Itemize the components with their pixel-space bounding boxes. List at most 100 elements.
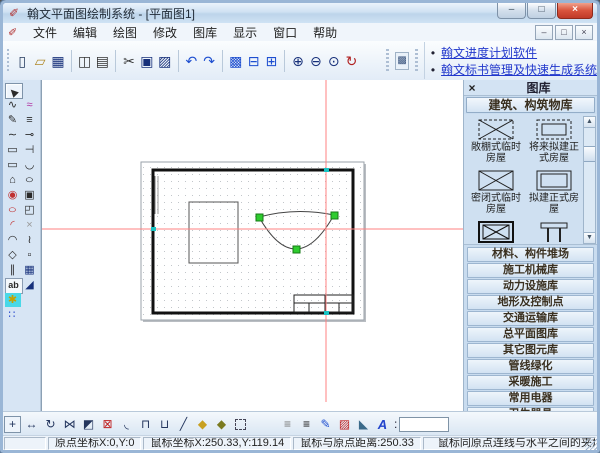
link-bid-software[interactable]: 翰文标书管理及快速生成系统 <box>441 61 597 78</box>
gallery-item[interactable]: 将来拟建正式房屋 <box>525 114 583 165</box>
toolbar-grip[interactable] <box>386 49 388 73</box>
drawing-sheet[interactable] <box>141 162 364 320</box>
color-grid-tool[interactable]: ∷ <box>5 308 21 322</box>
vertex-handle[interactable] <box>331 212 338 219</box>
category-power-facilities[interactable]: 动力设施库 <box>467 279 594 294</box>
toolbar-grip[interactable] <box>415 49 417 73</box>
category-construction-machinery[interactable]: 施工机械库 <box>467 263 594 278</box>
print-button[interactable]: ▤ <box>94 51 110 71</box>
vertex-handle[interactable] <box>256 214 263 221</box>
region-select-button[interactable] <box>232 416 249 433</box>
category-appliances[interactable]: 常用电器 <box>467 391 594 406</box>
dimension-tool[interactable]: ⊣ <box>22 143 38 157</box>
offset-button[interactable]: ⊔ <box>156 416 173 433</box>
redo-button[interactable]: ↷ <box>201 51 217 71</box>
arc-tool[interactable]: ◡ <box>22 158 38 172</box>
close-library-icon[interactable]: × <box>464 81 480 95</box>
category-transport[interactable]: 交通运输库 <box>467 311 594 326</box>
scroll-down-icon[interactable]: ▼ <box>584 232 595 243</box>
tile-vertical-button[interactable]: ⊞ <box>264 51 280 71</box>
menu-draw[interactable]: 绘图 <box>105 23 145 42</box>
drawing-canvas[interactable] <box>41 80 463 411</box>
gallery-item[interactable]: 敞棚式临时房屋 <box>467 114 525 165</box>
red-ellipse-tool[interactable]: ○ <box>5 203 21 217</box>
move-button[interactable]: + <box>4 416 21 433</box>
rotate-button[interactable]: ↻ <box>42 416 59 433</box>
undo-button[interactable]: ↶ <box>183 51 199 71</box>
scroll-up-icon[interactable]: ▲ <box>584 117 595 128</box>
menu-file[interactable]: 文件 <box>25 23 65 42</box>
cascade-windows-button[interactable]: ▩ <box>228 51 244 71</box>
command-input[interactable] <box>399 417 449 432</box>
cut-button[interactable]: ✂ <box>121 51 137 71</box>
text-tool[interactable]: ab <box>5 278 23 294</box>
gallery-item[interactable] <box>525 216 583 245</box>
mdi-close-button[interactable]: × <box>575 25 593 40</box>
ellipse-tool[interactable]: ○ <box>22 173 38 187</box>
resize-grip[interactable] <box>585 439 597 451</box>
menu-edit[interactable]: 编辑 <box>65 23 105 42</box>
line-segment-button[interactable]: ╱ <box>175 416 192 433</box>
menu-library[interactable]: 图库 <box>185 23 225 42</box>
scroll-thumb[interactable] <box>584 146 595 162</box>
category-pipeline-greening[interactable]: 管线绿化 <box>467 359 594 374</box>
vertex-handle[interactable] <box>293 246 300 253</box>
grid-tool[interactable]: ▦ <box>22 263 38 277</box>
corner-fill-button[interactable]: ◩ <box>80 416 97 433</box>
viewport-tool[interactable]: ▫ <box>22 248 38 262</box>
node-mark-button[interactable]: ⊠ <box>99 416 116 433</box>
menu-window[interactable]: 窗口 <box>265 23 305 42</box>
category-site-plan[interactable]: 总平面图库 <box>467 327 594 342</box>
tile-horizontal-button[interactable]: ⊟ <box>246 51 262 71</box>
gallery-scrollbar[interactable]: ▲ ▼ <box>583 116 596 244</box>
runner-tool[interactable]: ✱ <box>5 293 21 307</box>
pen-style-button[interactable]: ✎ <box>317 416 334 433</box>
line-width-button[interactable]: ≡ <box>298 416 315 433</box>
zoom-in-button[interactable]: ⊕ <box>290 51 306 71</box>
gallery-item[interactable]: 拟建正式房屋 <box>525 165 583 216</box>
hatch-tool[interactable]: ≡ <box>22 113 38 127</box>
red-arc-tool[interactable]: ◜ <box>5 218 21 232</box>
hatch-style-button[interactable]: ≡ <box>279 416 296 433</box>
polygon-tool[interactable]: ◇ <box>5 248 21 262</box>
rounded-rect-tool[interactable]: ▭ <box>5 158 21 172</box>
fillet-button[interactable]: ◟ <box>118 416 135 433</box>
library-panel-icon[interactable]: ▩ <box>395 52 410 70</box>
zoom-extents-button[interactable]: ⊙ <box>326 51 342 71</box>
fill-color-button[interactable]: ◣ <box>355 416 372 433</box>
dome-tool[interactable]: ◠ <box>5 233 21 247</box>
gallery-item[interactable]: 密闭式临时房屋 <box>467 165 525 216</box>
copy-button[interactable]: ▣ <box>139 51 155 71</box>
zigzag-tool[interactable]: ≀ <box>22 233 38 247</box>
save-button[interactable]: ▦ <box>50 51 66 71</box>
category-material-yard[interactable]: 材料、构件堆场 <box>467 247 594 262</box>
frame-tool[interactable]: ▣ <box>22 188 38 202</box>
node-line-tool[interactable]: ⊸ <box>22 128 38 142</box>
pentagon-tool[interactable]: ⌂ <box>5 173 21 187</box>
block-tool[interactable]: ◰ <box>22 203 38 217</box>
stretch-button[interactable]: ↔ <box>23 416 40 433</box>
toolbar-grip[interactable] <box>7 49 9 73</box>
paste-button[interactable]: ▨ <box>157 51 173 71</box>
sine-tool[interactable]: ∼ <box>5 128 21 142</box>
rectangle-tool[interactable]: ▭ <box>5 143 21 157</box>
parallel-tool[interactable]: ∥ <box>5 263 21 277</box>
erase-tool[interactable]: × <box>22 218 38 232</box>
chamfer-button[interactable]: ⊓ <box>137 416 154 433</box>
new-button[interactable]: ▯ <box>14 51 30 71</box>
mdi-restore-button[interactable]: □ <box>555 25 573 40</box>
link-schedule-software[interactable]: 翰文进度计划软件 <box>441 44 537 61</box>
menu-help[interactable]: 帮助 <box>305 23 345 42</box>
select-tool[interactable]: ▶ <box>5 83 23 99</box>
gallery-item[interactable] <box>467 216 525 245</box>
menu-modify[interactable]: 修改 <box>145 23 185 42</box>
library-section-buildings[interactable]: 建筑、构筑物库 <box>466 97 595 113</box>
print-preview-button[interactable]: ◫ <box>77 51 93 71</box>
category-terrain-control[interactable]: 地形及控制点 <box>467 295 594 310</box>
ungroup-button[interactable]: ◆ <box>213 416 230 433</box>
child-window-icon[interactable]: ✐ <box>8 26 21 39</box>
category-heating[interactable]: 采暖施工 <box>467 375 594 390</box>
maximize-button[interactable]: □ <box>527 3 556 19</box>
category-other-elements[interactable]: 其它图元库 <box>467 343 594 358</box>
text-style-button[interactable]: A <box>374 416 391 433</box>
